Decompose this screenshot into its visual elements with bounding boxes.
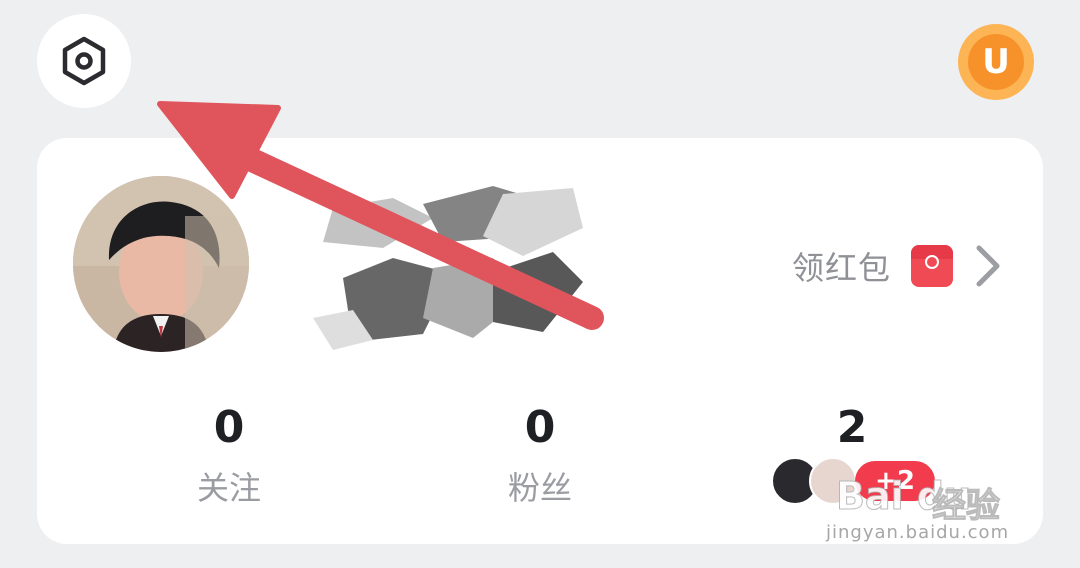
watermark-brand: 经验 xyxy=(932,486,1001,527)
coin-icon: U xyxy=(968,34,1024,90)
followers-label: 粉丝 xyxy=(507,469,572,507)
user-avatar[interactable] xyxy=(73,176,249,352)
following-count: 0 xyxy=(213,402,245,453)
red-packet-label: 领红包 xyxy=(791,249,891,287)
followers-count: 0 xyxy=(524,402,556,453)
avatar-image xyxy=(73,176,249,352)
friends-count: 2 xyxy=(836,402,868,453)
watermark: Bai du 经验 jingyan.baidu.com xyxy=(826,474,1050,548)
chevron-right-icon xyxy=(976,245,1000,287)
redacted-username xyxy=(313,186,583,350)
settings-hexagon-icon xyxy=(62,36,106,86)
red-packet-icon xyxy=(911,245,953,287)
watermark-url: jingyan.baidu.com xyxy=(826,522,1010,543)
red-packet-entry[interactable]: 领红包 xyxy=(792,238,1001,294)
stat-following[interactable]: 0 关注 xyxy=(129,400,329,516)
settings-button[interactable] xyxy=(37,14,131,108)
stat-friends[interactable]: 2 xyxy=(752,400,952,456)
coin-badge[interactable]: U xyxy=(958,24,1034,100)
coin-letter: U xyxy=(982,42,1010,82)
stat-followers[interactable]: 0 粉丝 xyxy=(440,400,640,516)
following-label: 关注 xyxy=(196,469,261,507)
